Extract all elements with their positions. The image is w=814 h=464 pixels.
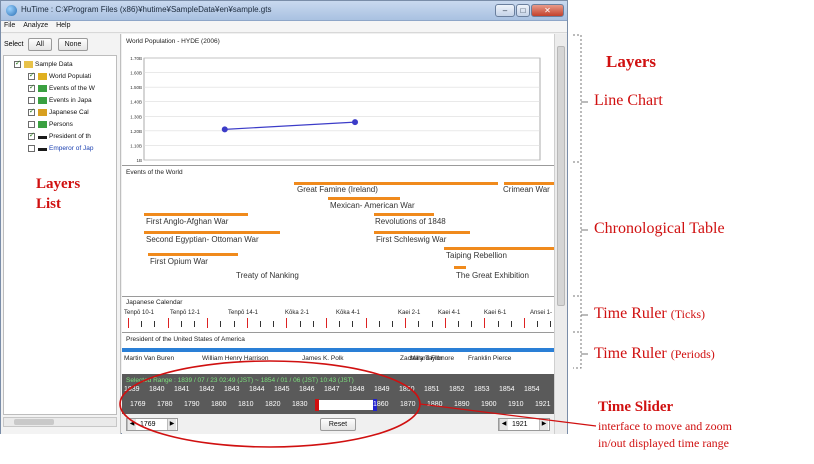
annotation-ruler-periods: Time Ruler (Periods) (594, 345, 715, 363)
annotation-line-chart: Line Chart (594, 92, 663, 109)
ruler-ticks-main: Time Ruler (594, 305, 667, 322)
annotation-ruler-ticks: Time Ruler (Ticks) (594, 305, 705, 323)
ruler-ticks-sub: (Ticks) (670, 307, 705, 321)
ruler-periods-sub: (Periods) (670, 347, 715, 361)
ruler-periods-main: Time Ruler (594, 345, 667, 362)
annotation-slider-desc-2: in/out displayed time range (598, 436, 729, 450)
annotation-layers-list: Layers List (36, 176, 81, 212)
annotation-time-slider: Time Slider (598, 399, 674, 415)
annotation-chrono-table: Chronological Table (594, 220, 725, 237)
annotation-slider-desc-1: interface to move and zoom (598, 419, 732, 433)
annotation-layers: Layers (606, 52, 657, 71)
figure: HuTime : C:¥Program Files (x86)¥hutime¥S… (0, 0, 814, 464)
